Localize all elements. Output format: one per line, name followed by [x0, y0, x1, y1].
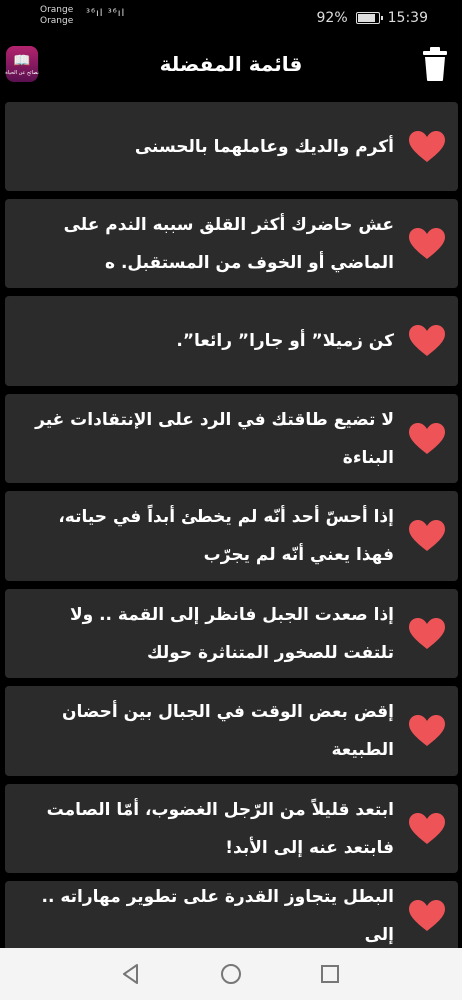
favorite-card[interactable]: البطل يتجاوز القدرة على تطوير مهاراته ..…	[5, 881, 458, 948]
favorite-card[interactable]: عش حاضرك أكثر القلق سببه الندم على الماض…	[5, 199, 458, 288]
favorite-card[interactable]: ابتعد قليلاً من الرّجل الغضوب، أمّا الصا…	[5, 784, 458, 873]
heart-icon[interactable]	[408, 519, 446, 553]
carrier-labels: Orange Orange	[40, 5, 73, 27]
heart-icon[interactable]	[408, 812, 446, 846]
favorite-card[interactable]: كن زميلا” أو جارا” رائعا”.	[5, 296, 458, 386]
carrier-2: Orange	[40, 16, 74, 26]
favorite-card[interactable]: إقض بعض الوقت في الجبال بين أحضان الطبيع…	[5, 686, 458, 776]
back-icon[interactable]	[117, 960, 145, 988]
trash-icon[interactable]	[422, 46, 448, 82]
heart-icon[interactable]	[408, 899, 446, 933]
app-bar: 📖 نصائح عن الحياة قائمة المفضلة	[0, 36, 462, 98]
favorite-text: إذا صعدت الجبل فانظر إلى القمة .. ولا تل…	[69, 604, 394, 663]
favorite-text: لا تضيع طاقتك في الرد على الإنتقادات غير…	[35, 409, 394, 468]
recents-icon[interactable]	[316, 960, 344, 988]
favorite-card[interactable]: لا تضيع طاقتك في الرد على الإنتقادات غير…	[5, 394, 458, 483]
favorite-text: البطل يتجاوز القدرة على تطوير مهاراته ..…	[41, 887, 394, 945]
favorite-card[interactable]: إذا أحسّ أحد أنّه لم يخطئ أبداً في حياته…	[5, 491, 458, 581]
favorite-card[interactable]: إذا صعدت الجبل فانظر إلى القمة .. ولا تل…	[5, 589, 458, 678]
home-icon[interactable]	[217, 960, 245, 988]
heart-icon[interactable]	[408, 422, 446, 456]
favorite-text: إقض بعض الوقت في الجبال بين أحضان الطبيع…	[61, 702, 394, 760]
battery-percent: 92%	[316, 10, 348, 26]
favorite-card[interactable]: أكرم والديك وعاملهما بالحسنى	[5, 102, 458, 191]
favorite-text: ابتعد قليلاً من الرّجل الغضوب، أمّا الصا…	[46, 799, 394, 858]
favorite-text: عش حاضرك أكثر القلق سببه الندم على الماض…	[63, 214, 394, 273]
status-right: 92% 15:39	[317, 10, 428, 26]
favorite-text: أكرم والديك وعاملهما بالحسنى	[134, 136, 394, 157]
favorite-text: إذا أحسّ أحد أنّه لم يخطئ أبداً في حياته…	[58, 507, 394, 565]
status-bar: Orange Orange ³⁶ıl ³⁶ıl 92% 15:39	[0, 0, 462, 36]
heart-icon[interactable]	[408, 617, 446, 651]
signal-indicator: ³⁶ıl ³⁶ıl	[86, 8, 126, 19]
heart-icon[interactable]	[408, 714, 446, 748]
clock: 15:39	[387, 10, 428, 26]
favorite-text: كن زميلا” أو جارا” رائعا”.	[176, 331, 394, 351]
page-title: قائمة المفضلة	[159, 52, 303, 76]
heart-icon[interactable]	[408, 130, 446, 164]
heart-icon[interactable]	[408, 324, 446, 358]
carrier-1: Orange	[40, 5, 74, 15]
heart-icon[interactable]	[408, 227, 446, 261]
favorites-list[interactable]: أكرم والديك وعاملهما بالحسنى عش حاضرك أكث…	[0, 100, 462, 948]
navigation-bar	[0, 948, 462, 1000]
battery-icon	[355, 12, 383, 24]
